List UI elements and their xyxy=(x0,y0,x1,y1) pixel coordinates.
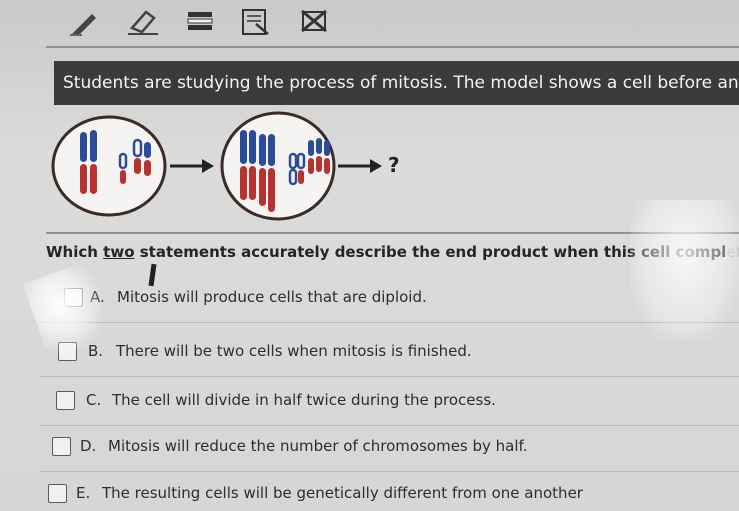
question-before: Which xyxy=(46,243,104,261)
choice-b-checkbox[interactable] xyxy=(58,342,77,361)
toolbar-divider xyxy=(46,46,739,48)
choice-c[interactable]: C. The cell will divide in half twice du… xyxy=(40,381,739,426)
choice-c-letter: C. xyxy=(86,391,102,409)
choice-e-checkbox[interactable] xyxy=(48,484,67,503)
question-faded: etes mitosis xyxy=(726,243,739,261)
choice-a-text: Mitosis will produce cells that are dipl… xyxy=(117,288,427,306)
test-screen: Students are studying the process of mit… xyxy=(0,0,739,511)
pencil-icon[interactable] xyxy=(66,6,102,36)
line-reader-icon[interactable] xyxy=(182,6,218,36)
choice-e[interactable]: E. The resulting cells will be genetical… xyxy=(40,474,739,511)
prompt-text: Students are studying the process of mit… xyxy=(63,73,739,93)
arrow-icon xyxy=(338,159,382,173)
prompt-banner: Students are studying the process of mit… xyxy=(54,61,739,105)
mitosis-model xyxy=(51,111,382,221)
choice-c-checkbox[interactable] xyxy=(56,391,75,410)
choice-e-letter: E. xyxy=(76,484,91,502)
notepad-icon[interactable] xyxy=(238,6,274,36)
question-middle: statements accurately describe the end p… xyxy=(134,243,727,261)
question-emphasis: two xyxy=(103,243,135,261)
arrow-icon xyxy=(170,159,214,173)
choice-b[interactable]: B. There will be two cells when mitosis … xyxy=(40,332,739,377)
choice-d[interactable]: D. Mitosis will reduce the number of chr… xyxy=(40,427,739,472)
choice-b-text: There will be two cells when mitosis is … xyxy=(116,342,472,360)
choice-d-letter: D. xyxy=(80,437,97,455)
choice-c-text: The cell will divide in half twice durin… xyxy=(112,391,496,409)
eliminate-choice-icon[interactable] xyxy=(296,6,332,36)
unknown-result-label: ? xyxy=(388,153,400,177)
choice-e-text: The resulting cells will be genetically … xyxy=(102,484,583,502)
choice-a[interactable]: A. Mitosis will produce cells that are d… xyxy=(40,278,739,323)
question-text: Which two statements accurately describe… xyxy=(46,243,739,261)
section-divider xyxy=(46,232,739,234)
choice-d-text: Mitosis will reduce the number of chromo… xyxy=(108,437,528,455)
choice-a-checkbox[interactable] xyxy=(64,288,83,307)
choice-d-checkbox[interactable] xyxy=(52,437,71,456)
choice-b-letter: B. xyxy=(88,342,104,360)
toolbar xyxy=(0,0,739,44)
choice-a-letter: A. xyxy=(90,288,105,306)
eraser-icon[interactable] xyxy=(124,6,160,36)
